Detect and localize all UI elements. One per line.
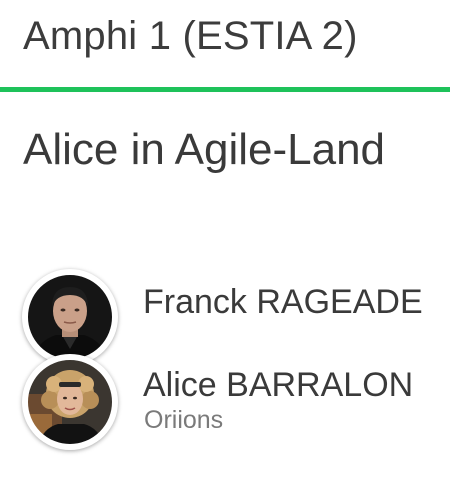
room-title: Amphi 1 (ESTIA 2) [23,14,358,58]
speaker-item[interactable]: Franck RAGEADE [22,269,442,365]
speaker-photo-icon [24,271,116,363]
talk-card[interactable]: Amphi 1 (ESTIA 2) Alice in Agile-Land Fr… [0,0,450,478]
talk-title: Alice in Agile-Land [23,125,386,174]
speaker-item[interactable]: Alice BARRALON Oriions [22,354,442,450]
speaker-name: Franck RAGEADE [143,283,423,321]
speaker-name: Alice BARRALON [143,366,414,404]
speaker-avatar [22,354,118,450]
room-header: Amphi 1 (ESTIA 2) [0,0,450,88]
speaker-photo-icon [24,356,116,448]
speaker-avatar [22,269,118,365]
room-accent-bar [0,87,450,92]
speaker-company: Oriions [144,406,224,434]
